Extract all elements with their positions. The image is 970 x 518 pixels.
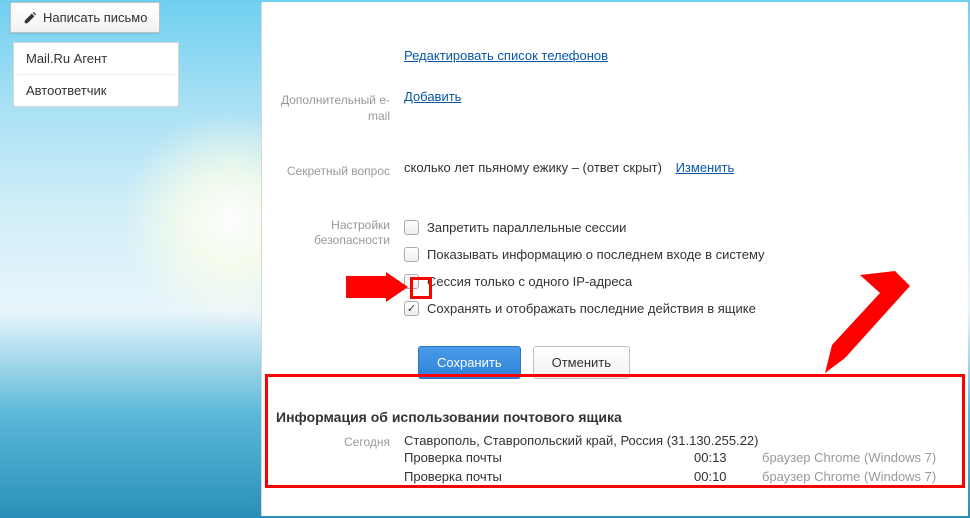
log-time: 00:10 [694, 469, 762, 484]
extra-email-label: Дополнительный e-mail [262, 89, 404, 124]
checkbox-single-ip-label: Сессия только с одного IP-адреса [427, 274, 632, 289]
checkbox-save-actions[interactable] [404, 301, 419, 316]
compose-button[interactable]: Написать письмо [10, 2, 160, 33]
log-action: Проверка почты [404, 450, 694, 465]
usage-info-title: Информация об использовании почтового ящ… [262, 399, 968, 433]
change-secret-question-link[interactable]: Изменить [676, 160, 735, 175]
cancel-button[interactable]: Отменить [533, 346, 630, 379]
compose-label: Написать письмо [43, 10, 147, 25]
log-time: 00:13 [694, 450, 762, 465]
edit-phones-link[interactable]: Редактировать список телефонов [404, 48, 608, 63]
checkbox-save-actions-label: Сохранять и отображать последние действи… [427, 301, 756, 316]
secret-question-text: сколько лет пьяному ежику – (ответ скрыт… [404, 160, 662, 175]
checkbox-show-last-login[interactable] [404, 247, 419, 262]
log-agent: браузер Chrome (Windows 7) [762, 450, 936, 465]
main-panel: Редактировать список телефонов Дополните… [261, 2, 968, 516]
log-agent: браузер Chrome (Windows 7) [762, 469, 936, 484]
sidebar: Mail.Ru Агент Автоответчик [13, 42, 179, 107]
save-button[interactable]: Сохранить [418, 346, 521, 379]
secret-question-label: Секретный вопрос [262, 160, 404, 180]
compose-icon [23, 11, 37, 25]
usage-location: Ставрополь, Ставропольский край, Россия … [404, 433, 968, 448]
checkbox-show-last-login-label: Показывать информацию о последнем входе … [427, 247, 765, 262]
usage-day-label: Сегодня [262, 433, 404, 486]
usage-info-box: Информация об использовании почтового ящ… [262, 399, 968, 490]
checkbox-parallel-sessions[interactable] [404, 220, 419, 235]
security-settings-label: Настройки безопасности [262, 214, 404, 249]
sidebar-item-autoresponder[interactable]: Автоответчик [14, 74, 178, 106]
sidebar-item-agent[interactable]: Mail.Ru Агент [14, 43, 178, 74]
checkbox-single-ip[interactable] [404, 274, 419, 289]
log-action: Проверка почты [404, 469, 694, 484]
add-extra-email-link[interactable]: Добавить [404, 89, 461, 104]
checkbox-parallel-sessions-label: Запретить параллельные сессии [427, 220, 626, 235]
